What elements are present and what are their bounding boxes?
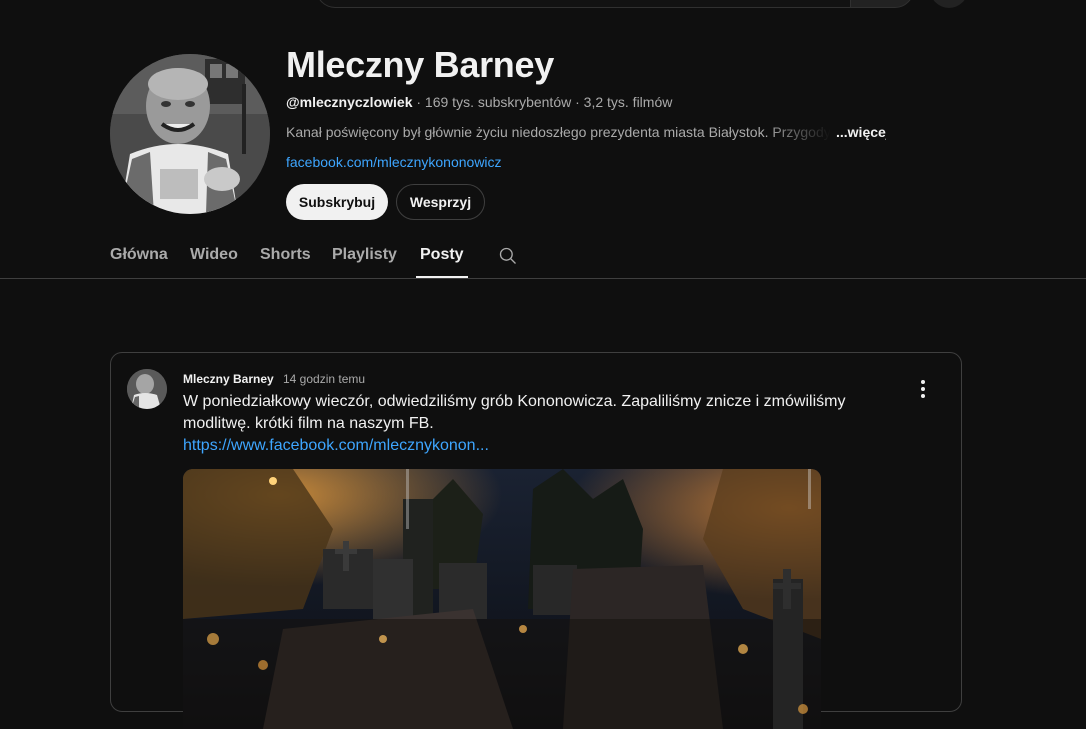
tab-home[interactable]: Główna <box>110 236 168 278</box>
post-timestamp[interactable]: 14 godzin temu <box>283 370 365 388</box>
channel-description[interactable]: Kanał poświęcony był głównie życiu niedo… <box>286 122 886 142</box>
voice-search-button[interactable] <box>930 0 968 8</box>
description-more-link[interactable]: ...więcej <box>836 122 886 142</box>
search-icon[interactable] <box>498 246 518 266</box>
tab-shorts[interactable]: Shorts <box>260 236 311 278</box>
tabs-divider <box>0 278 1086 279</box>
tab-posts[interactable]: Posty <box>416 236 468 278</box>
channel-stats: · 169 tys. subskrybentów · 3,2 tys. film… <box>412 94 673 110</box>
more-vert-icon[interactable] <box>911 377 935 401</box>
channel-external-link[interactable]: facebook.com/mlecznykononowicz <box>286 152 502 172</box>
community-post: Mleczny Barney 14 godzin temu W poniedzi… <box>110 352 962 729</box>
avatar-photo <box>127 369 167 409</box>
channel-avatar[interactable] <box>110 54 270 214</box>
channel-title: Mleczny Barney <box>286 44 554 85</box>
top-bar <box>0 0 1086 12</box>
support-button[interactable]: Wesprzyj <box>396 184 485 220</box>
post-image[interactable] <box>183 469 821 729</box>
description-text: Kanał poświęcony był głównie życiu niedo… <box>286 124 831 140</box>
post-link[interactable]: https://www.facebook.com/mlecznykonon... <box>183 435 489 457</box>
subscribe-button[interactable]: Subskrybuj <box>286 184 388 220</box>
avatar-photo <box>110 54 270 214</box>
channel-meta: @mlecznyczlowiek · 169 tys. subskrybentó… <box>286 92 672 112</box>
post-author-avatar[interactable] <box>127 369 167 409</box>
post-text: W poniedziałkowy wieczór, odwiedziliśmy … <box>183 393 846 432</box>
search-button[interactable] <box>850 0 914 8</box>
search-input[interactable] <box>316 0 851 8</box>
channel-handle: @mlecznyczlowiek <box>286 94 413 110</box>
tab-playlists[interactable]: Playlisty <box>332 236 397 278</box>
post-author-name[interactable]: Mleczny Barney <box>183 370 274 388</box>
tab-videos[interactable]: Wideo <box>190 236 238 278</box>
cemetery-photo <box>183 469 821 729</box>
